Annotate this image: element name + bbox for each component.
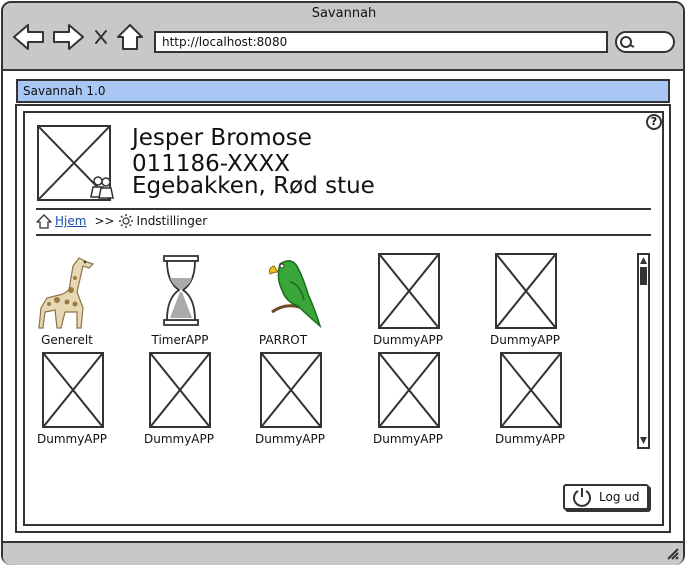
users-icon <box>90 176 114 199</box>
app-tile-timerapp[interactable] <box>146 252 216 326</box>
app-tile-dummyapp[interactable] <box>42 352 104 428</box>
browser-search-field[interactable] <box>615 31 675 53</box>
app-label: DummyAPP <box>489 333 560 347</box>
scroll-up-arrow-icon[interactable] <box>640 257 647 264</box>
parrot-icon <box>269 260 322 329</box>
app-grid-scrollbar[interactable] <box>637 253 650 449</box>
app-label: DummyAPP <box>143 432 214 446</box>
app-label: DummyAPP <box>36 432 107 446</box>
app-label: DummyAPP <box>494 432 565 446</box>
logout-button[interactable]: Log ud <box>563 484 649 510</box>
app-tile-dummyapp[interactable] <box>500 352 562 428</box>
app-tile-dummyapp[interactable] <box>378 253 440 329</box>
profile-location: Egebakken, Rød stue <box>132 173 375 199</box>
browser-status-bar <box>3 541 683 565</box>
app-label: Generelt <box>41 333 93 347</box>
profile-photo <box>37 125 114 201</box>
help-button[interactable]: ? <box>646 114 662 130</box>
forward-arrow-icon[interactable] <box>51 22 85 52</box>
resize-grip-icon[interactable] <box>664 545 680 561</box>
placeholder-image-icon <box>379 353 439 427</box>
app-label: DummyAPP <box>372 333 443 347</box>
hourglass-icon <box>163 255 199 326</box>
scrollbar-thumb[interactable] <box>640 267 647 285</box>
profile-name: Jesper Bromose <box>132 125 312 151</box>
stop-icon[interactable] <box>92 22 110 52</box>
app-label: PARROT <box>258 333 308 347</box>
breadcrumb-separator: >> <box>94 214 115 228</box>
placeholder-image-icon <box>150 353 210 427</box>
app-label: DummyAPP <box>372 432 443 446</box>
app-tile-dummyapp[interactable] <box>378 352 440 428</box>
breadcrumb-home-link[interactable]: Hjem <box>55 214 86 228</box>
search-icon <box>620 36 635 48</box>
app-tile-dummyapp[interactable] <box>260 352 322 428</box>
giraffe-icon <box>38 257 95 329</box>
placeholder-image-icon <box>379 254 439 328</box>
home-icon[interactable] <box>115 22 145 52</box>
power-icon <box>573 488 591 507</box>
divider <box>36 234 651 236</box>
placeholder-image-icon <box>261 353 321 427</box>
placeholder-image-icon <box>43 353 103 427</box>
app-tile-dummyapp[interactable] <box>149 352 211 428</box>
app-tile-generelt[interactable] <box>35 252 105 329</box>
placeholder-image-icon <box>496 254 556 328</box>
divider <box>36 208 651 210</box>
app-tile-dummyapp[interactable] <box>495 253 557 329</box>
app-title-bar: Savannah 1.0 <box>16 79 670 103</box>
window-title: Savannah <box>311 6 377 21</box>
gear-icon <box>118 214 133 228</box>
app-tile-parrot[interactable] <box>258 252 328 329</box>
placeholder-image-icon <box>501 353 561 427</box>
scroll-down-arrow-icon[interactable] <box>640 437 647 444</box>
logout-label: Log ud <box>599 490 640 504</box>
breadcrumb-current: Indstillinger <box>136 214 208 228</box>
back-arrow-icon[interactable] <box>12 22 46 52</box>
app-label: DummyAPP <box>254 432 325 446</box>
home-icon <box>36 213 52 229</box>
breadcrumb: Hjem >> Indstillinger <box>36 213 207 229</box>
app-label: TimerAPP <box>151 333 209 347</box>
url-input[interactable]: http://localhost:8080 <box>154 31 608 53</box>
scrollbar-track <box>640 257 647 444</box>
